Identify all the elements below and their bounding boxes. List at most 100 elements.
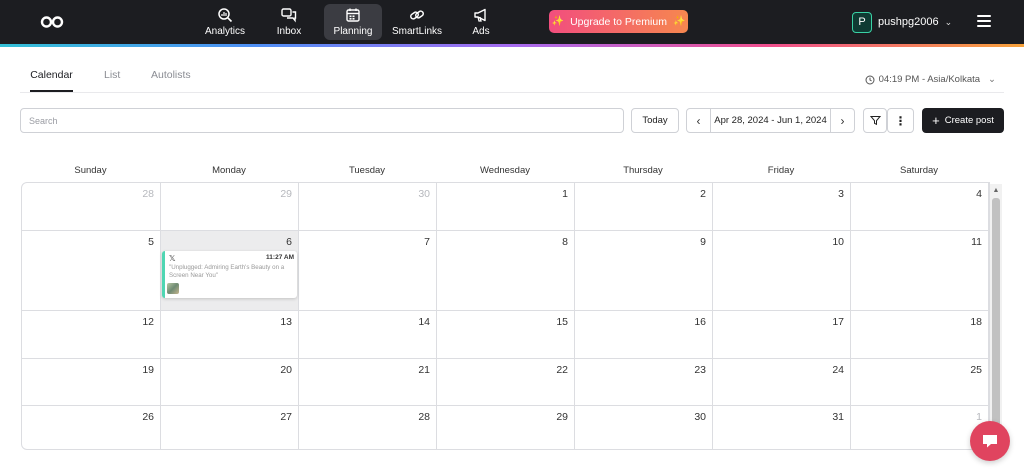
- nav-smartlinks[interactable]: SmartLinks: [388, 4, 446, 40]
- day-number: 13: [280, 316, 292, 328]
- calendar-day-cell[interactable]: 5: [22, 231, 161, 311]
- calendar-day-cell[interactable]: 8: [437, 231, 575, 311]
- tab-autolists[interactable]: Autolists: [151, 69, 191, 92]
- calendar-day-cell[interactable]: 22: [437, 359, 575, 406]
- more-options-button[interactable]: ⋮: [887, 108, 914, 133]
- timezone-selector[interactable]: 04:19 PM - Asia/Kolkata ⌄: [865, 74, 996, 85]
- calendar-day-cell[interactable]: 29: [161, 183, 299, 231]
- nav-analytics[interactable]: Analytics: [196, 4, 254, 40]
- filter-button[interactable]: [863, 108, 887, 133]
- calendar-day-cell[interactable]: 28: [299, 406, 437, 449]
- calendar-day-cell[interactable]: 1: [851, 406, 989, 449]
- calendar-day-cell[interactable]: 16: [575, 311, 713, 359]
- calendar-day-cell[interactable]: 13: [161, 311, 299, 359]
- nav-inbox[interactable]: Inbox: [260, 4, 318, 40]
- sparkle-icon: ✨: [672, 16, 686, 27]
- view-tabs: Calendar List Autolists 04:19 PM - Asia/…: [20, 69, 1004, 93]
- calendar-day-cell[interactable]: 11: [851, 231, 989, 311]
- calendar-day-cell[interactable]: 29: [437, 406, 575, 449]
- scheduled-post-card[interactable]: 𝕏 11:27 AM "Unplugged: Admiring Earth's Be…: [162, 251, 297, 298]
- calendar-day-cell[interactable]: 26: [22, 406, 161, 449]
- tab-list[interactable]: List: [104, 69, 120, 92]
- calendar-day-cell[interactable]: 30: [299, 183, 437, 231]
- scroll-up-arrow-icon[interactable]: ▲: [990, 184, 1002, 196]
- nav-ads[interactable]: Ads: [452, 4, 510, 40]
- calendar-day-cell[interactable]: 1: [437, 183, 575, 231]
- day-number: 31: [832, 411, 844, 423]
- calendar-day-cell[interactable]: 23: [575, 359, 713, 406]
- top-nav-bar: Analytics Inbox Planning SmartLinks Ads …: [0, 0, 1024, 44]
- day-number: 30: [418, 188, 430, 200]
- calendar-day-cell[interactable]: 18: [851, 311, 989, 359]
- nav-smartlinks-label: SmartLinks: [391, 26, 442, 37]
- megaphone-icon: [474, 8, 486, 22]
- hamburger-menu-icon[interactable]: [977, 15, 991, 27]
- timezone-label: 04:19 PM - Asia/Kolkata: [878, 74, 981, 85]
- account-username: pushpg2006: [878, 16, 939, 28]
- day-number: 2: [700, 188, 706, 200]
- day-number: 23: [694, 364, 706, 376]
- calendar-day-cell[interactable]: 20: [161, 359, 299, 406]
- calendar-day-cell[interactable]: 4: [851, 183, 989, 231]
- day-number: 11: [971, 236, 982, 248]
- support-chat-button[interactable]: [970, 421, 1010, 461]
- date-range-label[interactable]: Apr 28, 2024 - Jun 1, 2024: [711, 109, 830, 132]
- nav-planning[interactable]: Planning: [324, 4, 382, 40]
- weekday-label-monday: Monday: [212, 165, 246, 176]
- nav-inbox-label: Inbox: [276, 26, 302, 37]
- calendar-day-cell[interactable]: 2: [575, 183, 713, 231]
- calendar-day-cell[interactable]: 15: [437, 311, 575, 359]
- account-menu[interactable]: P pushpg2006 ⌄: [852, 11, 952, 33]
- day-number: 27: [280, 411, 292, 423]
- calendar-day-cell[interactable]: 21: [299, 359, 437, 406]
- link-icon: [410, 10, 424, 20]
- scrollbar-thumb[interactable]: [992, 198, 1000, 444]
- plus-icon: +: [932, 113, 940, 128]
- day-number: 1: [562, 188, 568, 200]
- search-input[interactable]: [20, 108, 624, 133]
- calendar-day-cell[interactable]: 10: [713, 231, 851, 311]
- calendar-day-cell[interactable]: 31: [713, 406, 851, 449]
- weekday-label-friday: Friday: [767, 165, 795, 176]
- calendar-day-cell[interactable]: 19: [22, 359, 161, 406]
- upgrade-label: Upgrade to Premium: [570, 15, 667, 28]
- day-number: 9: [700, 236, 706, 248]
- create-post-label: Create post: [944, 115, 994, 126]
- today-button[interactable]: Today: [631, 108, 679, 133]
- tab-calendar[interactable]: Calendar: [30, 69, 73, 92]
- calendar-day-cell[interactable]: 7: [299, 231, 437, 311]
- calendar-scrollbar[interactable]: ▲: [990, 184, 1002, 450]
- post-time: 11:27 AM: [266, 254, 294, 261]
- upgrade-premium-button[interactable]: ✨ Upgrade to Premium ✨: [549, 10, 688, 33]
- day-number: 20: [280, 364, 292, 376]
- calendar-day-cell[interactable]: 3: [713, 183, 851, 231]
- chat-icon: [983, 435, 997, 448]
- app-logo-icon[interactable]: [40, 14, 64, 30]
- calendar-day-cell[interactable]: 27: [161, 406, 299, 449]
- calendar-day-cell[interactable]: 25: [851, 359, 989, 406]
- chevron-right-icon[interactable]: ›: [830, 109, 854, 132]
- calendar-day-cell[interactable]: 12: [22, 311, 161, 359]
- calendar-day-cell[interactable]: 28: [22, 183, 161, 231]
- calendar-day-cell[interactable]: 6 𝕏 11:27 AM "Unplugged: Admiring Earth's B…: [161, 231, 299, 311]
- clock-icon: [865, 75, 875, 84]
- sparkle-icon: ✨: [551, 16, 565, 27]
- calendar-day-cell[interactable]: 14: [299, 311, 437, 359]
- avatar: P: [852, 11, 872, 33]
- day-number: 29: [280, 188, 292, 200]
- day-number: 21: [418, 364, 430, 376]
- day-number: 4: [976, 188, 982, 200]
- calendar-day-cell[interactable]: 24: [713, 359, 851, 406]
- day-number: 5: [148, 236, 154, 248]
- create-post-button[interactable]: + Create post: [922, 108, 1004, 133]
- calendar-day-cell[interactable]: 30: [575, 406, 713, 449]
- post-thumbnail: [167, 283, 179, 294]
- chevron-left-icon[interactable]: ‹: [687, 109, 711, 132]
- x-logo-icon: 𝕏: [169, 254, 176, 263]
- day-number: 14: [418, 316, 430, 328]
- calendar-day-cell[interactable]: 17: [713, 311, 851, 359]
- day-number: 19: [142, 364, 154, 376]
- calendar-day-cell[interactable]: 9: [575, 231, 713, 311]
- day-number: 15: [556, 316, 568, 328]
- weekday-label-sunday: Sunday: [74, 165, 107, 176]
